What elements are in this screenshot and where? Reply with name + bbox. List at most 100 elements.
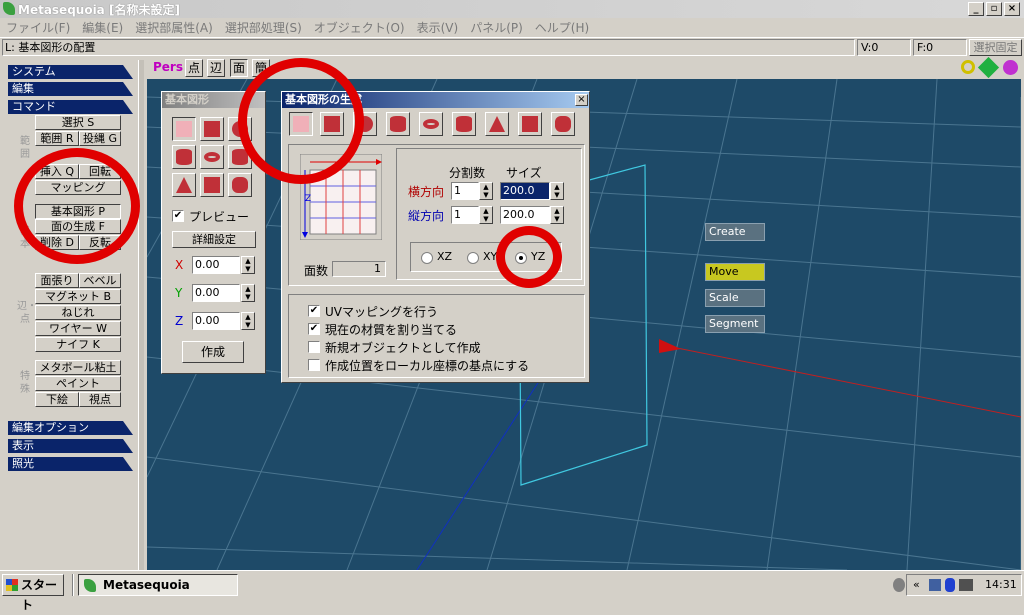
underlay-button[interactable]: 下絵 (35, 392, 79, 407)
twist-button[interactable]: ねじれ (35, 305, 121, 320)
insert-button[interactable]: 挿入 Q (35, 164, 79, 179)
cylinder-shape-button[interactable] (172, 145, 196, 169)
gen-pipe-button[interactable] (452, 112, 476, 136)
gen-sphere-button[interactable] (353, 112, 377, 136)
menu-file[interactable]: ファイル(F) (0, 18, 76, 37)
tray-expand-icon[interactable]: « (913, 578, 920, 591)
tab-edit-option[interactable]: 編集オプション (8, 421, 133, 435)
y-spinner[interactable]: ▲ ▼ (241, 284, 255, 302)
delete-button[interactable]: 削除 D (35, 235, 79, 250)
dialog-close-button[interactable]: × (575, 94, 588, 106)
yz-radio[interactable] (515, 252, 527, 264)
tab-command[interactable]: コマンド (8, 100, 133, 114)
cube-shape-button[interactable] (200, 117, 224, 141)
torus-shape-button[interactable] (200, 145, 224, 169)
gen-torus-button[interactable] (419, 112, 443, 136)
xz-radio[interactable] (421, 252, 433, 264)
pipe-shape-button[interactable] (228, 145, 252, 169)
tab-system[interactable]: システム (8, 65, 133, 79)
menu-edit[interactable]: 編集(E) (76, 18, 129, 37)
magnet-button[interactable]: マグネット B (35, 289, 121, 304)
monitor-icon[interactable] (959, 579, 973, 591)
mapping-button[interactable]: マッピング (35, 180, 121, 195)
gen-cone-button[interactable] (485, 112, 509, 136)
perspective-label[interactable]: Pers (153, 60, 183, 74)
menu-object[interactable]: オブジェクト(O) (308, 18, 411, 37)
menu-selection-proc[interactable]: 選択部処理(S) (219, 18, 308, 37)
gen-cylinder-button[interactable] (386, 112, 410, 136)
create-command[interactable]: Create (705, 223, 765, 241)
move-command[interactable]: Move (705, 263, 765, 281)
sphere-shape-button[interactable] (228, 117, 252, 141)
gen-plane-button[interactable] (289, 112, 313, 136)
menu-selection-attr[interactable]: 選択部属性(A) (129, 18, 219, 37)
selection-lock-button[interactable]: 選択固定 (969, 39, 1022, 56)
select-button[interactable]: 選択 S (35, 115, 121, 130)
minimize-button[interactable]: _ (968, 2, 984, 16)
primitive-button[interactable]: 基本図形 P (35, 204, 121, 219)
paint-button[interactable]: ペイント (35, 376, 121, 391)
rotate-button[interactable]: 回転 (79, 164, 121, 179)
face-mode-button[interactable]: 面 (230, 59, 248, 77)
menu-view[interactable]: 表示(V) (411, 18, 465, 37)
tab-display[interactable]: 表示 (8, 439, 133, 453)
horizontal-divisions-spinner[interactable]: ▲ ▼ (479, 182, 493, 200)
menu-help[interactable]: ヘルプ(H) (529, 18, 595, 37)
vertical-divisions-input[interactable]: 1 (451, 206, 479, 224)
new-object-checkbox[interactable] (308, 341, 320, 353)
gen-capsule-button[interactable] (551, 112, 575, 136)
segment-command[interactable]: Segment (705, 315, 765, 333)
scale-command[interactable]: Scale (705, 289, 765, 307)
y-input[interactable]: 0.00 (192, 284, 240, 302)
capsule-shape-button[interactable] (228, 173, 252, 197)
metaball-button[interactable]: メタボール粘土 (35, 360, 121, 375)
rope-button[interactable]: 投縄 G (79, 131, 121, 146)
menu-panel[interactable]: パネル(P) (464, 18, 529, 37)
rotate-view-icon[interactable] (1003, 60, 1018, 75)
network-icon[interactable] (929, 579, 941, 591)
face-paste-button[interactable]: 面張り (35, 273, 79, 288)
horizontal-size-spinner[interactable]: ▲ ▼ (550, 182, 564, 200)
viewpoint-button[interactable]: 視点 (79, 392, 121, 407)
x-spinner[interactable]: ▲ ▼ (241, 256, 255, 274)
plane-shape-button[interactable] (172, 117, 196, 141)
create-button[interactable]: 作成 (182, 341, 244, 363)
z-input[interactable]: 0.00 (192, 312, 240, 330)
face-gen-button[interactable]: 面の生成 F (35, 219, 121, 234)
range-button[interactable]: 範囲 R (35, 131, 79, 146)
vertical-size-spinner[interactable]: ▲ ▼ (550, 206, 564, 224)
start-button[interactable]: スタート (2, 574, 64, 612)
x-input[interactable]: 0.00 (192, 256, 240, 274)
vertical-divisions-spinner[interactable]: ▲ ▼ (479, 206, 493, 224)
horizontal-divisions-input[interactable]: 1 (451, 182, 479, 200)
simple-mode-button[interactable]: 簡 (252, 59, 270, 77)
assign-material-checkbox[interactable]: ✔ (308, 323, 320, 335)
pan-icon[interactable] (977, 57, 1000, 79)
bluetooth-icon[interactable] (945, 578, 955, 592)
bevel-button[interactable]: ベベル (79, 273, 121, 288)
point-mode-button[interactable]: 点 (185, 59, 203, 77)
taskbar-app-button[interactable]: Metasequoia (78, 574, 238, 596)
gen-cube-button[interactable] (320, 112, 344, 136)
wire-button[interactable]: ワイヤー W (35, 321, 121, 336)
close-button[interactable]: × (1004, 2, 1020, 16)
maximize-button[interactable]: ▫ (986, 2, 1002, 16)
panel-splitter[interactable] (138, 60, 144, 570)
xy-radio[interactable] (467, 252, 479, 264)
cone-shape-button[interactable] (172, 173, 196, 197)
uv-mapping-checkbox[interactable]: ✔ (308, 305, 320, 317)
gen-box-button[interactable] (518, 112, 542, 136)
tab-lighting[interactable]: 照光 (8, 457, 133, 471)
tab-edit[interactable]: 編集 (8, 82, 133, 96)
detail-settings-button[interactable]: 詳細設定 (172, 231, 256, 248)
z-spinner[interactable]: ▲ ▼ (241, 312, 255, 330)
reverse-button[interactable]: 反転 (79, 235, 121, 250)
knife-button[interactable]: ナイフ K (35, 337, 121, 352)
vertical-size-input[interactable]: 200.0 (500, 206, 550, 224)
zoom-icon[interactable] (961, 60, 975, 74)
horizontal-size-input[interactable]: 200.0 (500, 182, 550, 200)
box-shape-button[interactable] (200, 173, 224, 197)
edge-mode-button[interactable]: 辺 (207, 59, 225, 77)
tray-circle-icon[interactable] (893, 578, 905, 592)
preview-checkbox[interactable]: ✔ (172, 210, 184, 222)
